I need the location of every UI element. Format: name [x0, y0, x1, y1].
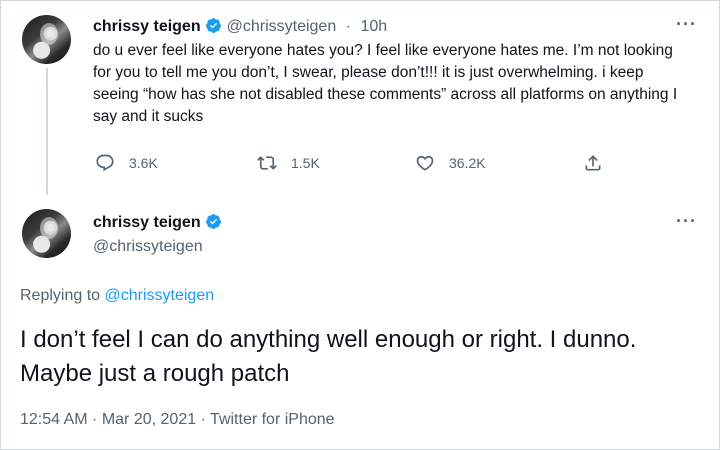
like-button[interactable]: 36.2K: [415, 153, 486, 173]
tweet-date[interactable]: Mar 20, 2021: [102, 411, 196, 428]
retweet-count: 1.5K: [291, 155, 320, 171]
avatar[interactable]: [22, 15, 71, 64]
reply-button[interactable]: 3.6K: [95, 153, 158, 173]
retweet-button[interactable]: 1.5K: [257, 153, 320, 173]
more-options-icon[interactable]: ···: [676, 211, 697, 232]
tweet-actions: 3.6K 1.5K 36.2K: [93, 153, 613, 175]
share-icon: [585, 155, 601, 171]
user-handle[interactable]: @chrissyteigen: [227, 18, 337, 35]
replying-to-label: Replying to: [20, 287, 105, 304]
thread-connector-line: [46, 68, 48, 195]
tweet-text: I don’t feel I can do anything well enou…: [20, 326, 637, 387]
separator-dot: ·: [345, 18, 352, 35]
share-button[interactable]: [583, 153, 603, 173]
tweet-source[interactable]: Twitter for iPhone: [210, 411, 335, 428]
tweet-time[interactable]: 10h: [360, 18, 387, 35]
tweet-header: chrissy teigen @chrissyteigen · 10h: [93, 17, 387, 36]
verified-badge-icon: [205, 214, 221, 229]
replying-to: Replying to @chrissyteigen: [20, 287, 214, 305]
separator-dot: ·: [196, 411, 211, 428]
tweet-metadata: 12:54 AM · Mar 20, 2021 · Twitter for iP…: [20, 411, 335, 429]
more-options-icon[interactable]: ···: [676, 14, 697, 35]
verified-badge-icon: [205, 18, 221, 33]
reply-count: 3.6K: [129, 155, 158, 171]
avatar[interactable]: [22, 209, 71, 258]
retweet-icon: [257, 156, 277, 170]
tweet-thread: chrissy teigen @chrissyteigen · 10h ··· d…: [0, 0, 720, 450]
tweet-header: chrissy teigen: [93, 213, 222, 232]
display-name[interactable]: chrissy teigen: [93, 18, 201, 35]
display-name[interactable]: chrissy teigen: [93, 214, 201, 231]
like-icon: [416, 155, 434, 171]
like-count: 36.2K: [449, 155, 486, 171]
tweet-time[interactable]: 12:54 AM: [20, 411, 88, 428]
replying-to-handle-link[interactable]: @chrissyteigen: [105, 287, 215, 304]
tweet-text: do u ever feel like everyone hates you? …: [93, 42, 678, 125]
separator-dot: ·: [87, 411, 102, 428]
reply-icon: [96, 154, 114, 172]
user-handle[interactable]: @chrissyteigen: [93, 238, 203, 256]
